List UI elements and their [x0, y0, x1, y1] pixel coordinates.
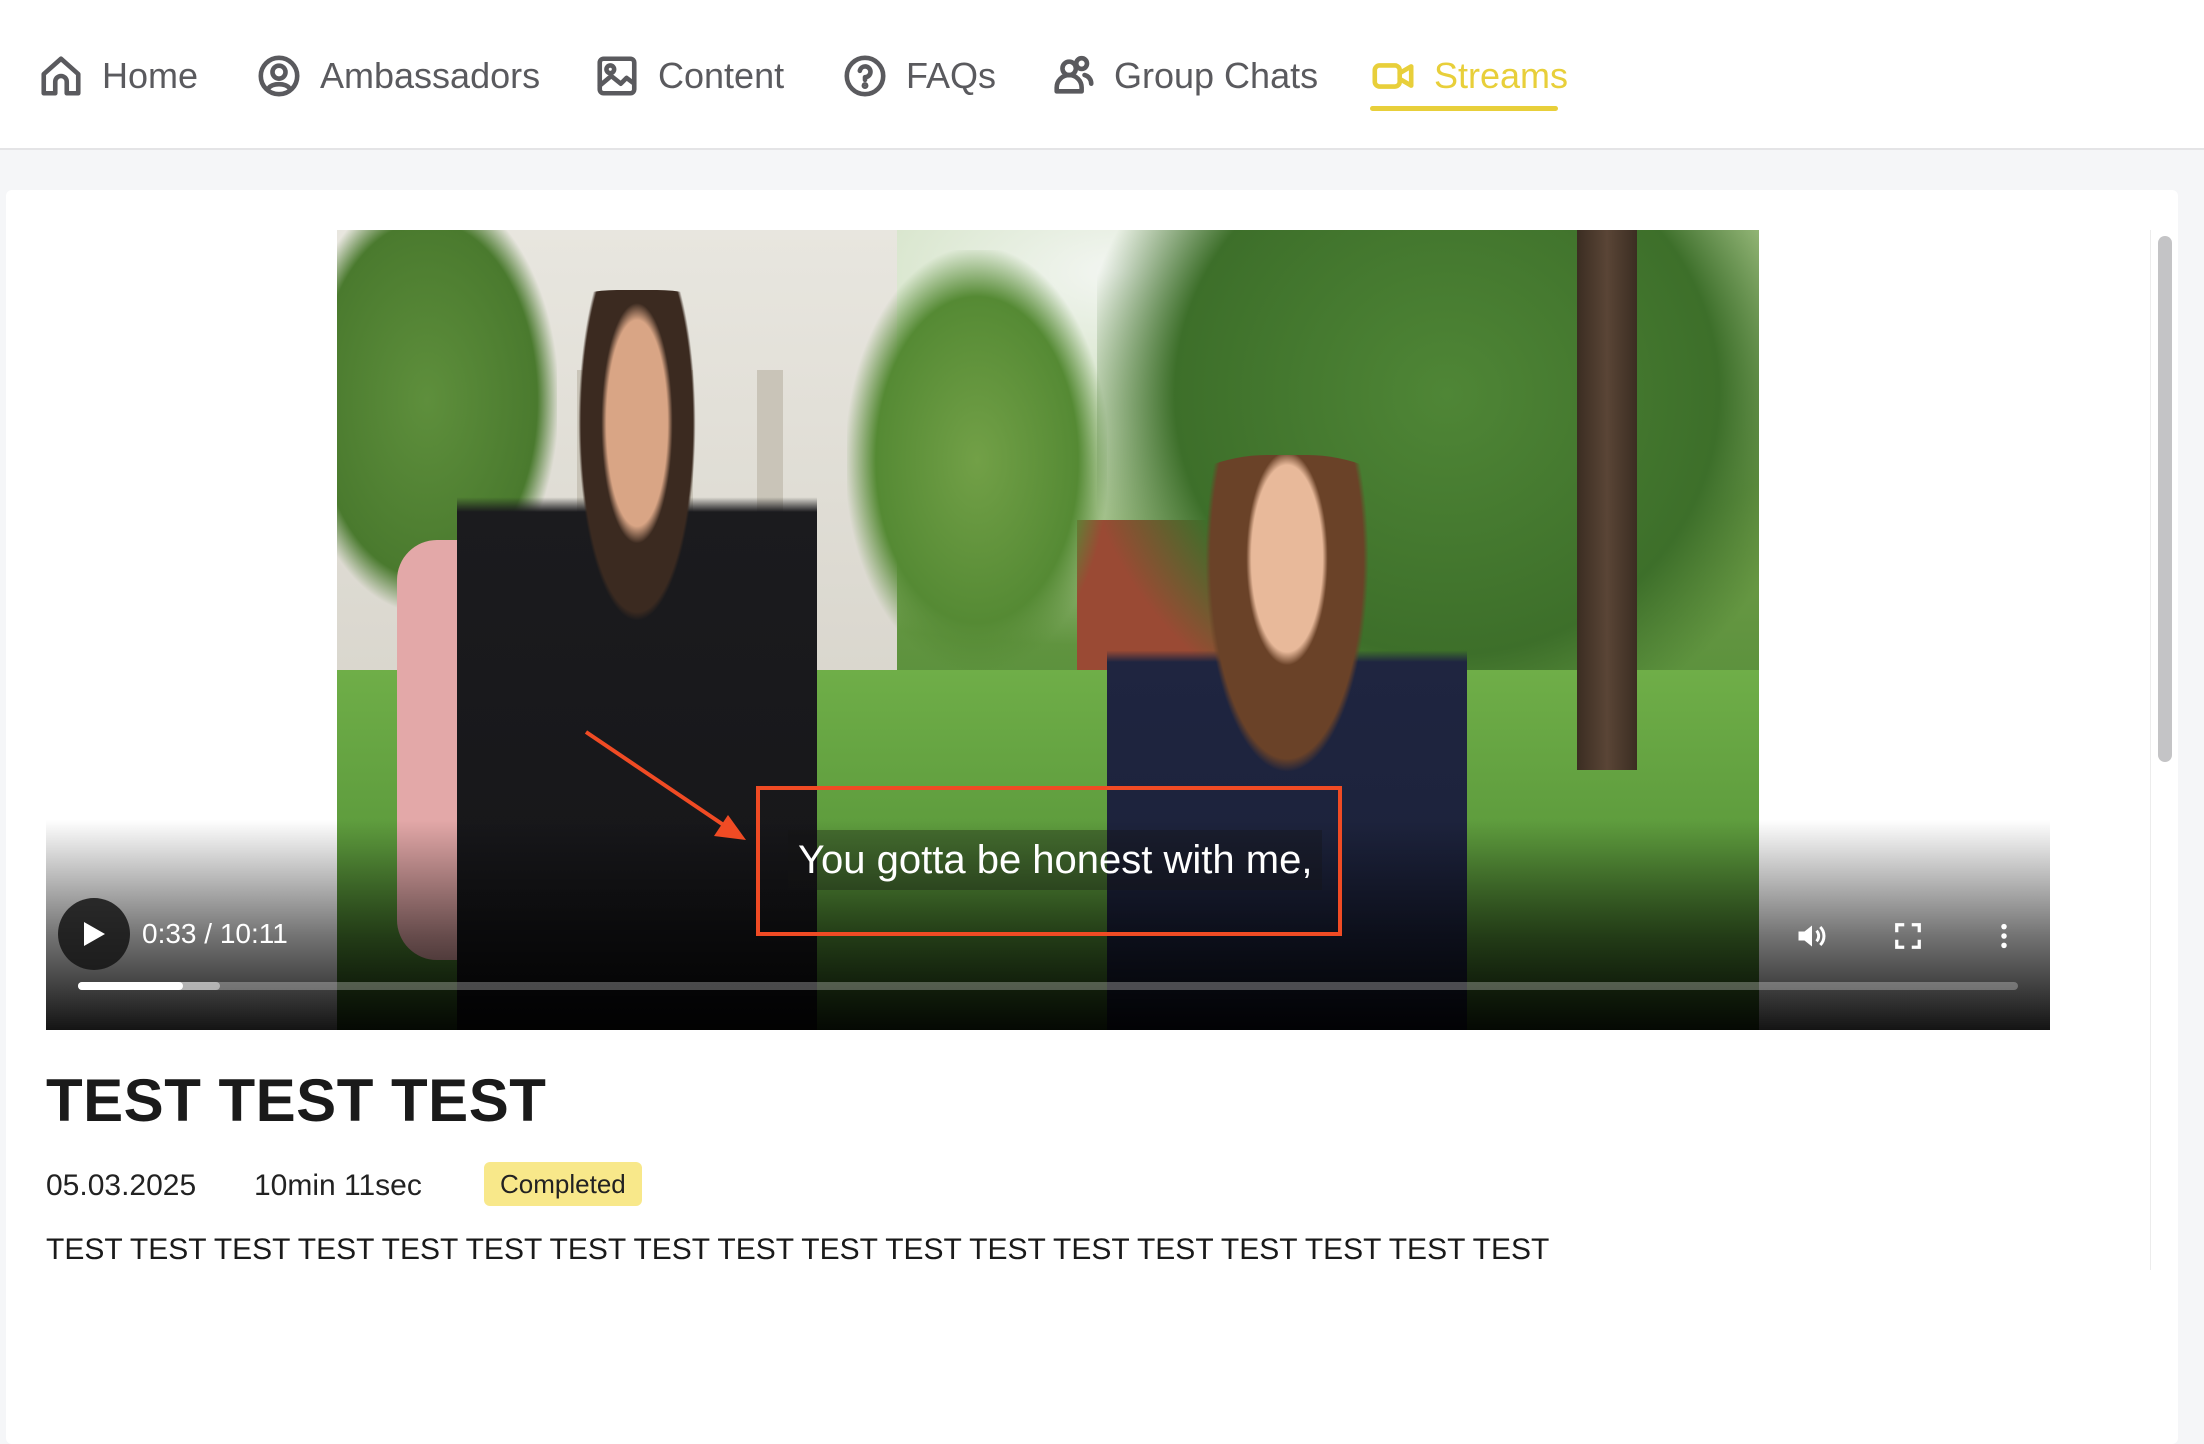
nav-group-chats-label: Group Chats — [1114, 55, 1319, 96]
played-bar — [78, 982, 183, 990]
fullscreen-button[interactable] — [1886, 914, 1930, 958]
video-camera-icon — [1372, 63, 1414, 89]
nav-home[interactable]: Home — [38, 48, 198, 104]
top-navigation: Home Ambassadors Content FAQs Group Chat… — [0, 0, 2204, 150]
home-icon — [41, 56, 81, 96]
nav-streams-label: Streams — [1434, 55, 1569, 96]
nav-ambassadors[interactable]: Ambassadors — [256, 48, 540, 104]
stream-duration: 10min 11sec — [254, 1169, 422, 1202]
play-button[interactable] — [58, 898, 130, 970]
volume-icon — [1798, 925, 1826, 947]
status-badge: Completed — [484, 1162, 642, 1206]
user-circle-icon — [258, 55, 300, 97]
stream-description: TEST TEST TEST TEST TEST TEST TEST TEST … — [46, 1233, 1550, 1266]
nav-home-label: Home — [102, 55, 199, 96]
nav-group-chats[interactable]: Group Chats — [1050, 48, 1318, 104]
stream-title: TEST TEST TEST — [46, 1067, 547, 1134]
nav-streams[interactable]: Streams — [1370, 48, 1568, 104]
question-icon — [844, 55, 886, 97]
stream-date: 05.03.2025 — [46, 1169, 197, 1202]
more-options-button[interactable] — [1982, 914, 2026, 958]
nav-ambassadors-label: Ambassadors — [320, 55, 541, 96]
users-icon — [1054, 55, 1094, 94]
time-display: 0:33 / 10:11 — [142, 918, 288, 949]
more-vertical-icon — [2001, 923, 2007, 949]
nav-faqs[interactable]: FAQs — [842, 48, 996, 104]
nav-content-label: Content — [658, 55, 785, 96]
volume-button[interactable] — [1790, 914, 1834, 958]
play-icon — [84, 922, 105, 946]
caption-highlight-box — [756, 786, 1342, 936]
scrollbar-thumb[interactable] — [2158, 236, 2172, 762]
video-player[interactable]: You gotta be honest with me, 0:33 / 10:1… — [46, 230, 2050, 1030]
active-tab-indicator — [1370, 106, 1558, 111]
nav-content[interactable]: Content — [594, 48, 784, 104]
nav-faqs-label: FAQs — [906, 55, 997, 96]
image-icon — [597, 56, 637, 96]
video-progress-bar[interactable] — [78, 982, 2018, 990]
fullscreen-icon — [1895, 923, 1921, 949]
